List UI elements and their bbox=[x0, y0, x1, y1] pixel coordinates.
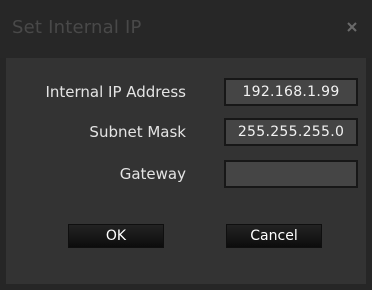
cancel-button[interactable]: Cancel bbox=[226, 224, 322, 248]
subnet-mask-input[interactable] bbox=[224, 118, 358, 146]
close-icon[interactable] bbox=[344, 19, 360, 35]
gateway-label: Gateway bbox=[119, 165, 186, 183]
dialog-title: Set Internal IP bbox=[12, 17, 142, 38]
ok-button[interactable]: OK bbox=[68, 224, 164, 248]
internal-ip-label: Internal IP Address bbox=[45, 83, 186, 101]
set-internal-ip-dialog: Set Internal IP Internal IP Address Subn… bbox=[0, 0, 372, 290]
dialog-titlebar: Set Internal IP bbox=[0, 0, 372, 58]
subnet-mask-label: Subnet Mask bbox=[89, 123, 186, 141]
internal-ip-input[interactable] bbox=[224, 78, 358, 106]
gateway-input[interactable] bbox=[224, 160, 358, 188]
